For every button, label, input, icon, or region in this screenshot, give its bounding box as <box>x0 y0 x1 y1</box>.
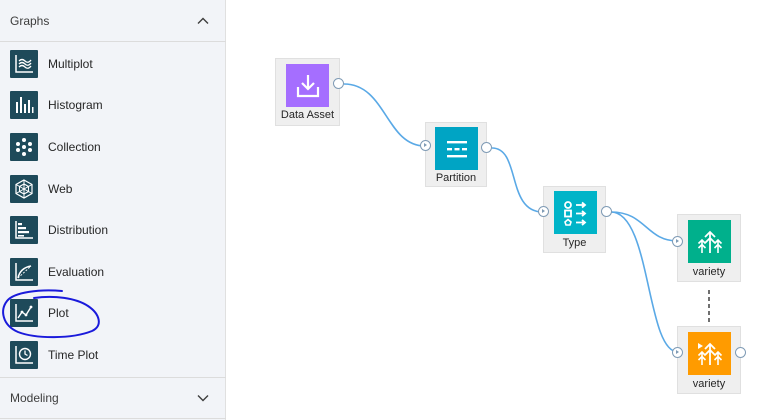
palette-item-evaluation[interactable]: Evaluation <box>0 251 226 293</box>
node-type[interactable]: Type <box>543 186 606 253</box>
node-partition[interactable]: Partition <box>425 122 487 187</box>
graphs-section-label: Graphs <box>10 13 50 28</box>
palette-item-label: Web <box>48 181 73 196</box>
palette-item-histogram[interactable]: Histogram <box>0 85 226 127</box>
partition-output-port[interactable] <box>481 142 492 153</box>
palette-item-label: Histogram <box>48 98 103 113</box>
tree-model-icon <box>688 220 731 263</box>
collection-icon <box>10 132 38 161</box>
palette-item-collection[interactable]: Collection <box>0 126 226 168</box>
tree-nugget-icon <box>688 332 731 375</box>
graphs-item-list: Multiplot Histogram Collection Web Distr… <box>0 43 226 376</box>
node-data-asset[interactable]: Data Asset <box>275 58 340 126</box>
node-variety-nugget[interactable]: variety <box>677 326 741 394</box>
node-label: Type <box>562 237 587 249</box>
node-palette-sidebar: Graphs Multiplot Histogram Collection We… <box>0 0 226 420</box>
link-partition-to-type <box>491 147 544 213</box>
web-icon <box>10 174 38 203</box>
node-label: Partition <box>435 172 477 184</box>
palette-item-label: Multiplot <box>48 56 93 71</box>
variety-model-input-port[interactable] <box>672 236 683 247</box>
graphs-section-header[interactable]: Graphs <box>0 0 226 42</box>
palette-item-label: Evaluation <box>48 264 105 279</box>
histogram-icon <box>10 91 38 120</box>
variety-nugget-input-port[interactable] <box>672 347 683 358</box>
download-icon <box>286 64 329 107</box>
modeling-section-label: Modeling <box>10 391 59 405</box>
app-root: Graphs Multiplot Histogram Collection We… <box>0 0 779 420</box>
modeling-section-header[interactable]: Modeling <box>0 377 226 419</box>
palette-item-distribution[interactable]: Distribution <box>0 209 226 251</box>
palette-item-plot[interactable]: Plot <box>0 293 226 335</box>
variety-nugget-output-port[interactable] <box>735 347 746 358</box>
node-variety-model[interactable]: variety <box>677 214 741 282</box>
node-label: Data Asset <box>280 109 335 121</box>
type-icon <box>554 191 597 234</box>
chevron-down-icon[interactable] <box>196 391 210 405</box>
palette-item-label: Distribution <box>48 223 109 238</box>
partition-input-port[interactable] <box>420 140 431 151</box>
palette-item-web[interactable]: Web <box>0 168 226 210</box>
node-label: variety <box>692 378 726 390</box>
chevron-up-icon[interactable] <box>196 14 210 28</box>
palette-item-label: Plot <box>48 306 69 321</box>
link-type-to-variety-model <box>610 211 679 242</box>
partition-icon <box>435 127 478 170</box>
palette-item-label: Collection <box>48 139 101 154</box>
type-input-port[interactable] <box>538 206 549 217</box>
link-type-to-variety-nugget <box>610 211 679 353</box>
time-plot-icon <box>10 340 38 369</box>
palette-item-time-plot[interactable]: Time Plot <box>0 334 226 376</box>
data-asset-output-port[interactable] <box>333 78 344 89</box>
flow-canvas[interactable]: Data Asset Partition Type variety variet… <box>226 0 779 420</box>
distribution-icon <box>10 216 38 245</box>
palette-item-label: Time Plot <box>48 347 99 362</box>
node-label: variety <box>692 266 726 278</box>
evaluation-icon <box>10 257 38 286</box>
link-data-asset-to-partition <box>343 83 426 147</box>
plot-icon <box>10 299 38 328</box>
multiplot-icon <box>10 49 38 78</box>
type-output-port[interactable] <box>601 206 612 217</box>
palette-item-multiplot[interactable]: Multiplot <box>0 43 226 85</box>
